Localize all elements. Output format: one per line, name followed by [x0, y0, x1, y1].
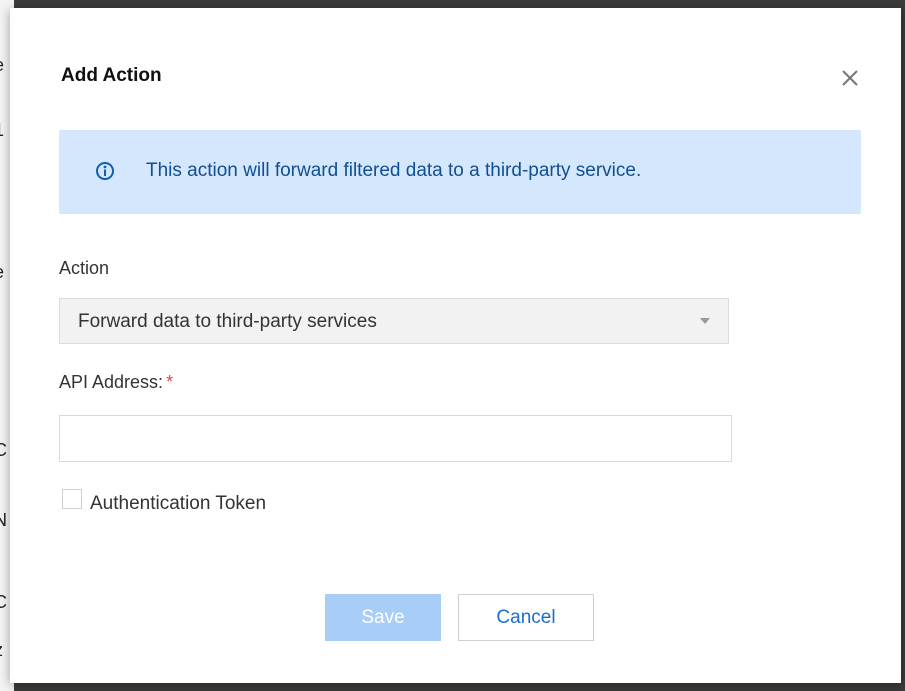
save-button[interactable]: Save [325, 594, 441, 641]
caret-down-icon [700, 318, 710, 324]
auth-token-label[interactable]: Authentication Token [90, 493, 266, 515]
api-address-label: API Address: * [59, 372, 173, 393]
api-address-label-text: API Address: [59, 372, 164, 392]
background-text-fragment: z [0, 640, 3, 661]
close-button[interactable] [836, 64, 864, 92]
add-action-dialog: Add Action This action will forward filt… [10, 8, 901, 683]
action-label: Action [59, 258, 110, 278]
info-banner: This action will forward filtered data t… [59, 130, 861, 214]
background-text-fragment: C [0, 592, 7, 612]
cancel-button[interactable]: Cancel [458, 594, 594, 641]
background-text-fragment: C [0, 440, 7, 460]
info-icon [96, 162, 114, 180]
dialog-title: Add Action [61, 65, 162, 86]
action-select-value: Forward data to third-party services [78, 311, 377, 332]
api-address-input[interactable] [59, 415, 732, 462]
required-marker: * [166, 372, 174, 392]
auth-token-checkbox[interactable] [62, 489, 82, 509]
background-text-fragment: 1 [0, 120, 4, 141]
info-banner-text: This action will forward filtered data t… [146, 160, 642, 181]
action-select[interactable]: Forward data to third-party services [59, 298, 729, 344]
close-icon [842, 70, 858, 86]
background-text-fragment: e [0, 262, 4, 283]
background-text-fragment: e [0, 55, 4, 76]
background-text-fragment: N [0, 510, 7, 530]
